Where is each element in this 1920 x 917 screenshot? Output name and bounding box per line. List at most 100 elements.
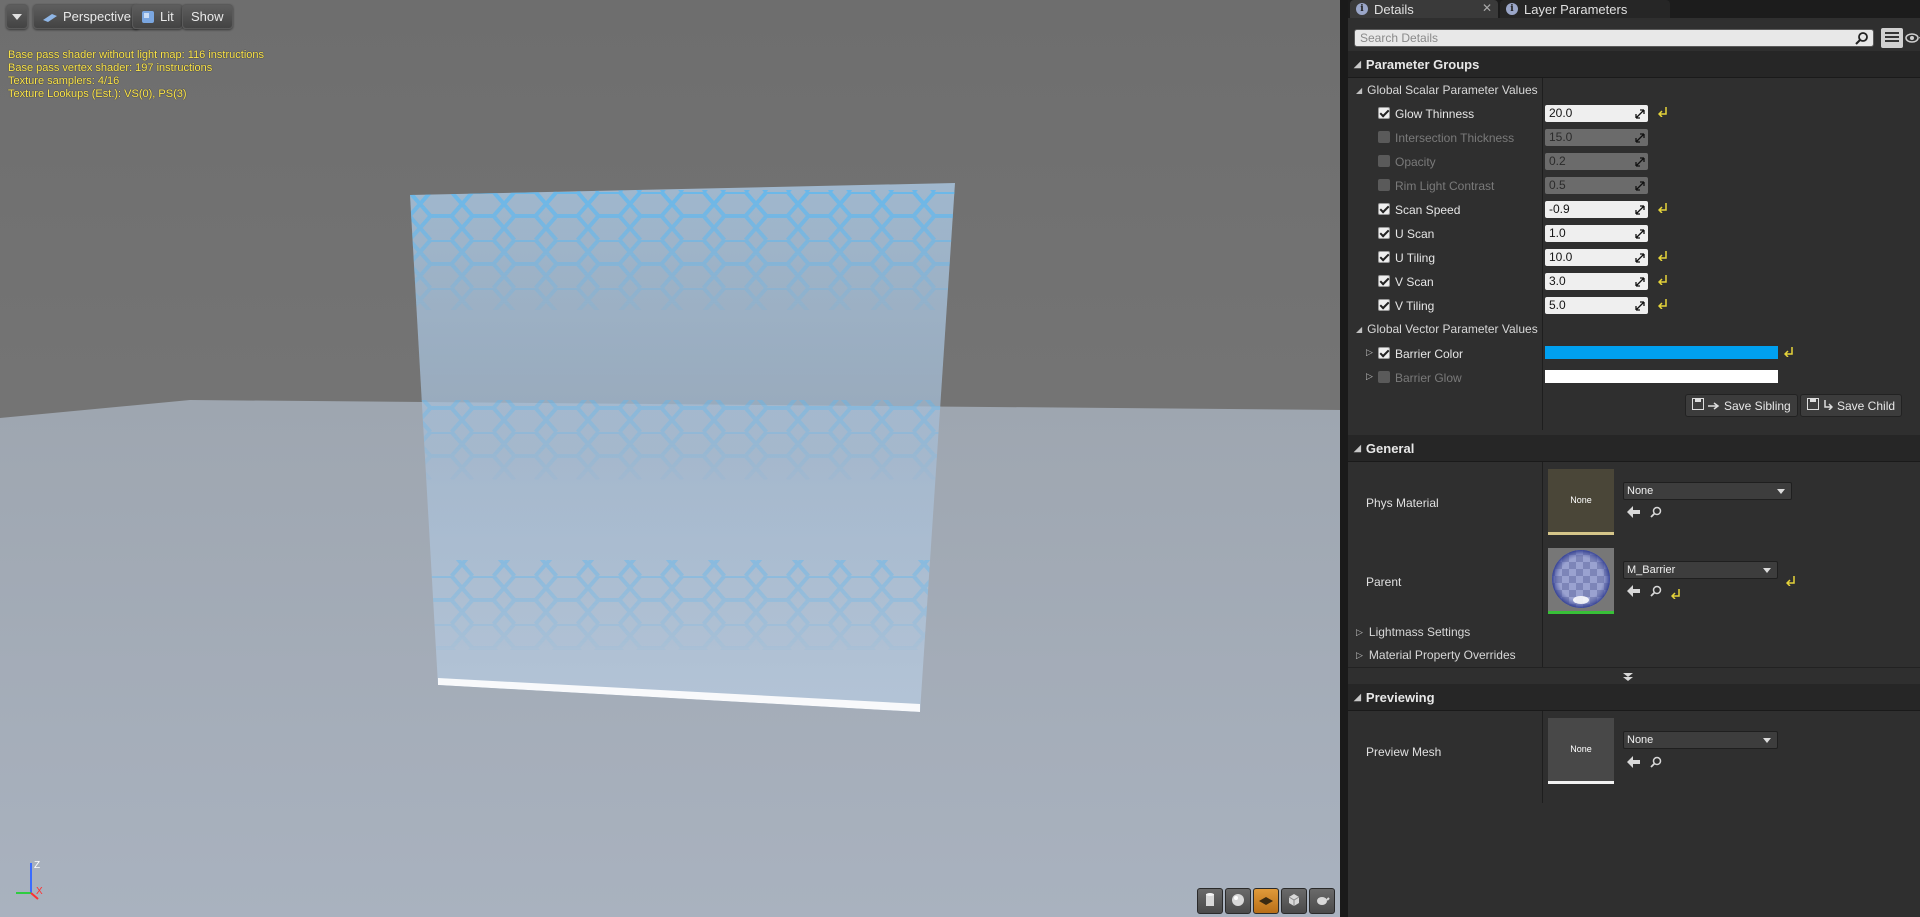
- search-input[interactable]: Search Details: [1354, 29, 1874, 47]
- reset-to-default-icon[interactable]: [1657, 202, 1668, 216]
- search-icon: [1855, 31, 1869, 49]
- param-label: V Tiling: [1395, 299, 1435, 313]
- eye-icon: [1905, 31, 1920, 46]
- browse-search-icon[interactable]: [1650, 756, 1662, 771]
- teapot-preview-button[interactable]: [1309, 888, 1335, 914]
- shader-stats-overlay: Base pass shader without light map: 116 …: [8, 49, 264, 101]
- scalar-param-row: U Tiling 10.0: [1348, 246, 1920, 270]
- panel-splitter[interactable]: [1340, 0, 1348, 917]
- preview-mesh-label: Preview Mesh: [1366, 745, 1442, 759]
- color-swatch[interactable]: [1545, 346, 1778, 359]
- reset-to-default-icon[interactable]: [1657, 106, 1668, 120]
- use-selected-arrow-icon[interactable]: [1627, 506, 1641, 521]
- param-enable-checkbox[interactable]: [1378, 299, 1390, 311]
- expand-arrows-icon: [1635, 203, 1645, 219]
- param-enable-checkbox[interactable]: [1378, 371, 1390, 383]
- parameter-groups-header[interactable]: ◢ Parameter Groups: [1348, 51, 1920, 78]
- param-value-field[interactable]: 1.0: [1545, 225, 1648, 242]
- scalar-param-row: Scan Speed -0.9: [1348, 198, 1920, 222]
- lit-sphere-icon: [141, 10, 155, 24]
- tab-layer-parameters[interactable]: i Layer Parameters: [1500, 0, 1670, 18]
- save-child-button[interactable]: Save Child: [1800, 394, 1903, 417]
- param-value-field[interactable]: 10.0: [1545, 249, 1648, 266]
- param-value: -0.9: [1549, 202, 1570, 216]
- cube-preview-button[interactable]: [1281, 888, 1307, 914]
- param-enable-checkbox[interactable]: [1378, 203, 1390, 215]
- preview-mesh-thumbnail[interactable]: None: [1548, 718, 1614, 784]
- param-enable-checkbox[interactable]: [1378, 227, 1390, 239]
- column-divider[interactable]: [1542, 711, 1543, 803]
- phys-material-combo[interactable]: None: [1623, 482, 1792, 500]
- material-preview-viewport[interactable]: Perspective Lit Show Base pass shader wi…: [0, 0, 1340, 917]
- param-value: 1.0: [1549, 226, 1566, 240]
- double-chevron-down-icon: [1623, 670, 1633, 685]
- parent-material-thumbnail[interactable]: [1548, 548, 1614, 614]
- param-value-field[interactable]: 20.0: [1545, 105, 1648, 122]
- material-property-overrides-row[interactable]: ▷ Material Property Overrides: [1348, 644, 1920, 666]
- param-enable-checkbox[interactable]: [1378, 275, 1390, 287]
- scalar-param-row: Glow Thinness 20.0: [1348, 102, 1920, 126]
- param-enable-checkbox[interactable]: [1378, 251, 1390, 263]
- material-sphere-preview: [1552, 550, 1610, 608]
- viewport-scene[interactable]: [0, 0, 1340, 917]
- stats-line: Texture samplers: 4/16: [8, 75, 120, 87]
- param-enable-checkbox[interactable]: [1378, 131, 1390, 143]
- view-options-button[interactable]: [1881, 28, 1903, 48]
- close-icon[interactable]: ✕: [1482, 1, 1492, 15]
- param-enable-checkbox[interactable]: [1378, 155, 1390, 167]
- arrow-down-right-icon: [1823, 399, 1834, 413]
- save-sibling-button[interactable]: Save Sibling: [1685, 394, 1798, 417]
- expand-arrows-icon: [1635, 227, 1645, 243]
- collapse-triangle-icon: ◢: [1354, 442, 1361, 453]
- parent-material-combo[interactable]: M_Barrier: [1623, 561, 1778, 579]
- reset-to-default-icon[interactable]: [1670, 587, 1681, 602]
- param-enable-checkbox[interactable]: [1378, 347, 1390, 359]
- teapot-icon: [1314, 893, 1330, 910]
- vector-params-header[interactable]: ◢ Global Vector Parameter Values: [1348, 318, 1920, 340]
- preview-mesh-combo[interactable]: None: [1623, 731, 1778, 749]
- reset-to-default-icon[interactable]: [1785, 574, 1796, 589]
- show-flags-button[interactable]: Show: [182, 4, 233, 29]
- param-enable-checkbox[interactable]: [1378, 179, 1390, 191]
- browse-search-icon[interactable]: [1650, 506, 1662, 521]
- previewing-header[interactable]: ◢ Previewing: [1348, 684, 1920, 711]
- perspective-label: Perspective: [63, 9, 131, 24]
- general-header[interactable]: ◢ General: [1348, 435, 1920, 462]
- vector-param-row: ▷ Barrier Glow: [1348, 366, 1920, 390]
- expand-triangle-icon[interactable]: ▷: [1366, 347, 1373, 358]
- expand-arrows-icon: [1635, 155, 1645, 171]
- perspective-button[interactable]: Perspective: [33, 4, 140, 29]
- dropdown-arrow-icon: [1763, 738, 1771, 743]
- param-value: 10.0: [1549, 250, 1573, 264]
- param-value: 0.5: [1549, 178, 1566, 192]
- reset-to-default-icon[interactable]: [1657, 274, 1668, 288]
- color-swatch[interactable]: [1545, 370, 1778, 383]
- reset-to-default-icon[interactable]: [1783, 346, 1794, 360]
- use-selected-arrow-icon[interactable]: [1627, 756, 1641, 771]
- phys-material-thumbnail[interactable]: None: [1548, 469, 1614, 535]
- expand-triangle-icon[interactable]: ▷: [1366, 371, 1373, 382]
- reset-to-default-icon[interactable]: [1657, 250, 1668, 264]
- scalar-params-header[interactable]: ◢ Global Scalar Parameter Values: [1348, 79, 1920, 101]
- stats-line: Texture Lookups (Est.): VS(0), PS(3): [8, 88, 187, 100]
- visibility-filter-button[interactable]: [1905, 30, 1920, 46]
- view-mode-button[interactable]: Lit: [132, 4, 183, 29]
- sphere-icon: [1230, 892, 1246, 911]
- param-label: Barrier Glow: [1395, 371, 1462, 385]
- sphere-preview-button[interactable]: [1225, 888, 1251, 914]
- param-value-field[interactable]: -0.9: [1545, 201, 1648, 218]
- advanced-expander[interactable]: [1348, 667, 1920, 682]
- param-enable-checkbox[interactable]: [1378, 107, 1390, 119]
- viewport-options-button[interactable]: [6, 4, 28, 29]
- combo-value: None: [1627, 734, 1654, 746]
- lightmass-settings-row[interactable]: ▷ Lightmass Settings: [1348, 621, 1920, 643]
- browse-search-icon[interactable]: [1650, 585, 1662, 600]
- plane-preview-button[interactable]: [1253, 888, 1279, 914]
- cylinder-preview-button[interactable]: [1197, 888, 1223, 914]
- param-value-field[interactable]: 3.0: [1545, 273, 1648, 290]
- use-selected-arrow-icon[interactable]: [1627, 585, 1641, 600]
- reset-to-default-icon[interactable]: [1657, 298, 1668, 312]
- param-value-field[interactable]: 5.0: [1545, 297, 1648, 314]
- tab-details[interactable]: i Details ✕: [1350, 0, 1498, 18]
- preview-mesh-toolbar: [1197, 888, 1335, 914]
